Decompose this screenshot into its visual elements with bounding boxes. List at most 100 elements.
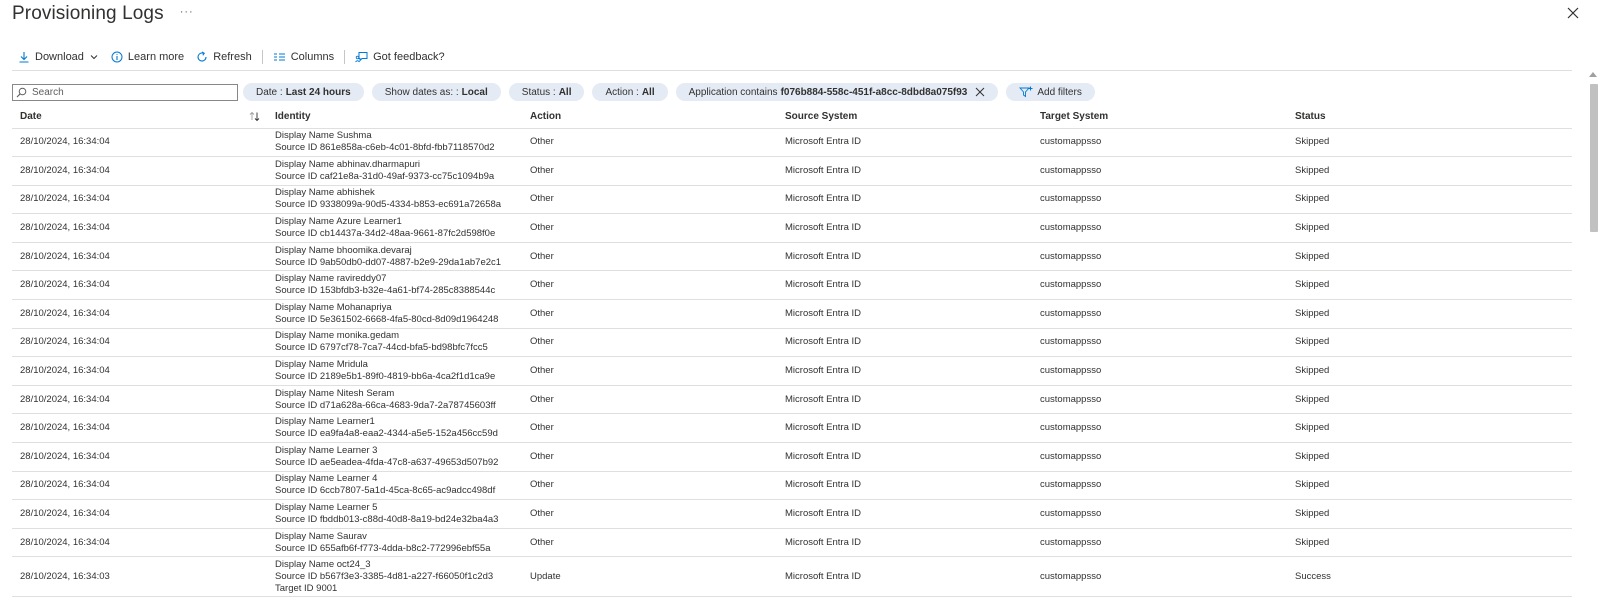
table-row[interactable]: 28/10/2024, 16:34:03 Display Name oct24_3… xyxy=(12,556,1572,598)
identity-source-id: Source ID 2189e5b1-89f0-4819-bb6a-4ca2f1… xyxy=(275,371,496,383)
close-button[interactable] xyxy=(1564,4,1582,22)
cell-date: 28/10/2024, 16:34:04 xyxy=(12,499,267,529)
cell-target-system: customappsso xyxy=(1032,385,1287,415)
cell-action: Other xyxy=(522,385,777,415)
cell-identity: Display Name monika.gedam Source ID 6797c… xyxy=(267,328,522,358)
column-header-label: Date xyxy=(20,111,42,123)
identity-source-id: Source ID 9338099a-90d5-4334-b853-ec691a… xyxy=(275,199,502,211)
refresh-icon xyxy=(197,51,207,62)
table-row[interactable]: 28/10/2024, 16:34:04 Display Name abhishe… xyxy=(12,185,1572,215)
search-icon xyxy=(16,87,27,97)
table-row[interactable]: 28/10/2024, 16:34:04 Display Name Learner… xyxy=(12,471,1572,501)
application-filter-pill[interactable]: Application contains f076b884-558c-451f-a… xyxy=(675,83,999,101)
table-row[interactable]: 28/10/2024, 16:34:04 Display Name ravired… xyxy=(12,270,1572,301)
cell-identity: Display Name abhinav.dharmapuri Source ID… xyxy=(267,156,522,186)
cell-source-system: Microsoft Entra ID xyxy=(777,356,1032,386)
cell-target-system: customappsso xyxy=(1032,499,1287,529)
table-row[interactable]: 28/10/2024, 16:34:04 Display Name Learner… xyxy=(12,499,1572,529)
cell-action: Other xyxy=(522,185,777,215)
table-row[interactable]: 28/10/2024, 16:34:04 Display Name Nitesh … xyxy=(12,385,1572,415)
show-dates-filter-pill[interactable]: Show dates as: : Local xyxy=(371,83,501,101)
cell-status: Skipped xyxy=(1287,356,1572,386)
identity-display-name: Display Name Mridula xyxy=(275,359,368,371)
chevron-down-icon xyxy=(90,55,98,60)
cell-identity: Display Name Saurav Source ID 655afb6f-f7… xyxy=(267,528,522,558)
date-filter-pill[interactable]: Date : Last 24 hours xyxy=(243,83,364,101)
cell-status: Skipped xyxy=(1287,328,1572,358)
column-header-label: Action xyxy=(530,111,562,123)
table-row[interactable]: 28/10/2024, 16:34:04 Display Name bhoomik… xyxy=(12,242,1572,272)
refresh-button[interactable]: Refresh xyxy=(190,47,258,67)
identity-display-name: Display Name bhoomika.devaraj xyxy=(275,244,412,256)
cell-target-system: customappsso xyxy=(1032,185,1287,215)
cell-target-system: customappsso xyxy=(1032,328,1287,358)
filter-bar: Date :Last 24 hours Show dates as: :Loca… xyxy=(12,83,1103,101)
table-row[interactable]: 28/10/2024, 16:34:04 Display Name Sushma S… xyxy=(12,128,1572,158)
feedback-button[interactable]: Got feedback? xyxy=(349,47,451,67)
show-dates-value: Local xyxy=(461,86,488,98)
remove-filter-button[interactable] xyxy=(975,87,985,97)
identity-display-name: Display Name ravireddy07 xyxy=(275,273,387,285)
identity-source-id: Source ID ea9fa4a8-eaa2-4344-a5e5-152a45… xyxy=(275,428,498,440)
cell-identity: Display Name Learner 5 Source ID fbddb013… xyxy=(267,499,522,529)
column-header-date[interactable]: Date xyxy=(12,106,267,129)
cell-action: Other xyxy=(522,299,777,329)
vertical-scrollbar[interactable] xyxy=(1586,72,1600,609)
table-row[interactable]: 28/10/2024, 16:34:04 Display Name monika.… xyxy=(12,328,1572,358)
scroll-up-arrow-icon[interactable] xyxy=(1589,72,1597,77)
cell-source-system: Microsoft Entra ID xyxy=(777,413,1032,444)
learn-more-button[interactable]: Learn more xyxy=(105,47,190,67)
search-input[interactable] xyxy=(32,86,232,98)
cell-action: Other xyxy=(522,156,777,186)
table-row[interactable]: 28/10/2024, 16:34:04 Display Name Mridula… xyxy=(12,356,1572,386)
cell-action: Update xyxy=(522,556,777,598)
date-filter-value: Last 24 hours xyxy=(285,86,351,98)
column-header-source-system[interactable]: Source System xyxy=(777,106,1032,129)
column-header-target-system[interactable]: Target System xyxy=(1032,106,1287,129)
cell-source-system: Microsoft Entra ID xyxy=(777,385,1032,415)
cell-action: Other xyxy=(522,270,777,301)
cell-status: Skipped xyxy=(1287,128,1572,158)
page-title: Provisioning Logs xyxy=(12,3,164,24)
cell-date: 28/10/2024, 16:34:04 xyxy=(12,299,267,329)
scrollbar-thumb[interactable] xyxy=(1590,84,1598,232)
identity-source-id: Source ID 861e858a-c6eb-4c01-8bfd-fbb711… xyxy=(275,142,495,154)
status-filter-pill[interactable]: Status : All xyxy=(508,83,585,101)
show-dates-label: Show dates as: : xyxy=(384,86,459,98)
table-row[interactable]: 28/10/2024, 16:34:04 Display Name Learner… xyxy=(12,413,1572,444)
cell-identity: Display Name oct24_3 Source ID b567f3e3-3… xyxy=(267,556,522,598)
columns-icon xyxy=(273,53,285,61)
table-row[interactable]: 28/10/2024, 16:34:04 Display Name abhinav… xyxy=(12,156,1572,186)
cell-source-system: Microsoft Entra ID xyxy=(777,442,1032,472)
cell-identity: Display Name abhishek Source ID 9338099a-… xyxy=(267,185,522,215)
column-header-status[interactable]: Status xyxy=(1287,106,1572,129)
columns-button[interactable]: Columns xyxy=(267,47,340,67)
table-row[interactable]: 28/10/2024, 16:34:04 Display Name Azure L… xyxy=(12,213,1572,243)
add-filters-button[interactable]: Add filters xyxy=(1006,83,1095,101)
identity-source-id: Source ID 153bfdb3-b32e-4a61-bf74-285c83… xyxy=(275,285,496,297)
table-row[interactable]: 28/10/2024, 16:34:04 Display Name Saurav S… xyxy=(12,528,1572,558)
identity-display-name: Display Name Saurav xyxy=(275,530,367,542)
cell-action: Other xyxy=(522,471,777,501)
cell-identity: Display Name Learner1 Source ID ea9fa4a8-… xyxy=(267,413,522,444)
cell-source-system: Microsoft Entra ID xyxy=(777,299,1032,329)
download-button[interactable]: Download xyxy=(12,47,105,67)
identity-source-id: Source ID cb14437a-34d2-48aa-9661-87fc2d… xyxy=(275,228,496,240)
table-row[interactable]: 28/10/2024, 16:34:04 Display Name Mohanap… xyxy=(12,299,1572,329)
sort-icon[interactable] xyxy=(249,111,261,122)
application-filter-label: Application contains xyxy=(688,86,778,98)
identity-target-id: Target ID 9001 xyxy=(275,582,338,594)
column-header-identity[interactable]: Identity xyxy=(267,106,522,129)
table-row[interactable]: 28/10/2024, 16:34:04 Display Name Learner… xyxy=(12,442,1572,472)
cell-source-system: Microsoft Entra ID xyxy=(777,128,1032,158)
column-header-action[interactable]: Action xyxy=(522,106,777,129)
column-header-label: Identity xyxy=(275,111,311,123)
cell-identity: Display Name bhoomika.devaraj Source ID 9… xyxy=(267,242,522,272)
cell-target-system: customappsso xyxy=(1032,356,1287,386)
action-filter-label: Action : xyxy=(605,86,639,98)
action-filter-pill[interactable]: Action : All xyxy=(592,83,668,101)
provisioning-logs-table: Date Identity Action Source System Targe… xyxy=(12,106,1572,598)
add-filters-label: Add filters xyxy=(1037,86,1082,98)
more-options-button[interactable]: ··· xyxy=(180,6,194,18)
cell-source-system: Microsoft Entra ID xyxy=(777,528,1032,558)
